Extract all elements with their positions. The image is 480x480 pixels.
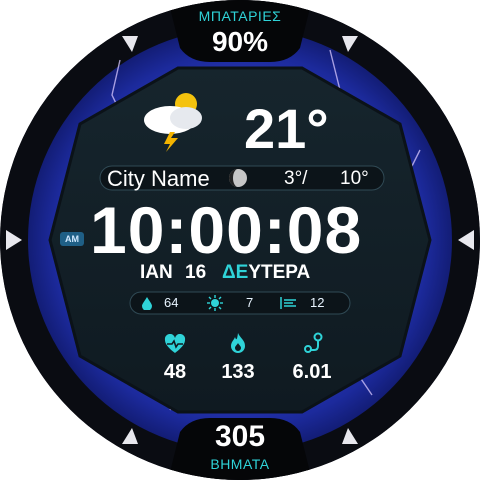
ampm-badge: AM bbox=[60, 232, 84, 246]
moon-phase-icon bbox=[229, 169, 247, 187]
weekday-highlight: ΔΕ bbox=[222, 262, 249, 283]
watch-face: ΜΠΑΤΑΡΙΕΣ 90% 21° City Name 3°/ 10° AM 1… bbox=[0, 0, 480, 480]
weekday-rest: ΥΤΕΡΑ bbox=[248, 262, 311, 283]
calories-value[interactable]: 133 bbox=[216, 361, 260, 384]
sun-uv-icon bbox=[207, 295, 223, 311]
heart-rate-icon bbox=[164, 334, 186, 353]
wind-value: 12 bbox=[310, 295, 325, 310]
steps-value[interactable]: 305 bbox=[150, 420, 330, 454]
battery-value[interactable]: 90% bbox=[150, 26, 330, 58]
city-name: City Name bbox=[107, 166, 210, 191]
heart-rate-value[interactable]: 48 bbox=[160, 361, 190, 384]
date-day: 16 bbox=[185, 262, 207, 283]
uv-value: 7 bbox=[246, 295, 254, 310]
partly-cloudy-storm-icon bbox=[144, 93, 202, 152]
distance-value[interactable]: 6.01 bbox=[287, 361, 337, 384]
digital-time[interactable]: 10:00:08 bbox=[90, 192, 420, 268]
date-month: ΙΑΝ bbox=[140, 262, 173, 283]
temperature[interactable]: 21° bbox=[244, 96, 329, 161]
wind-icon bbox=[280, 297, 296, 309]
distance-route-icon bbox=[304, 332, 323, 353]
temperature-high: 10° bbox=[340, 168, 369, 189]
temperature-low: 3°/ bbox=[284, 168, 308, 189]
humidity-drop-icon bbox=[142, 297, 152, 310]
humidity-value: 64 bbox=[164, 295, 179, 310]
calories-flame-icon bbox=[231, 333, 245, 353]
steps-label: ΒΗΜΑΤΑ bbox=[210, 456, 270, 472]
battery-label: ΜΠΑΤΑΡΙΕΣ bbox=[198, 8, 282, 24]
date-weekday: ΔΕΥΤΕΡΑ bbox=[222, 262, 310, 284]
